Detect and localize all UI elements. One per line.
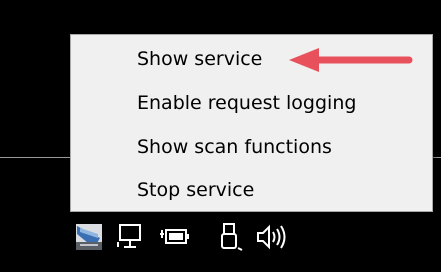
menu-item-show-scan-functions[interactable]: Show scan functions xyxy=(71,131,432,164)
speaker-icon[interactable] xyxy=(254,220,286,254)
menu-item-stop-service[interactable]: Stop service xyxy=(71,174,432,207)
desktop: Show service Enable request logging Show… xyxy=(0,0,441,272)
system-tray xyxy=(74,220,314,256)
network-icon[interactable] xyxy=(114,220,146,254)
battery-icon[interactable] xyxy=(160,220,192,254)
menu-item-enable-request-logging[interactable]: Enable request logging xyxy=(71,87,432,120)
scanner-service-icon[interactable] xyxy=(74,220,106,254)
usb-device-icon[interactable] xyxy=(214,220,246,254)
annotation-arrow xyxy=(289,48,413,72)
